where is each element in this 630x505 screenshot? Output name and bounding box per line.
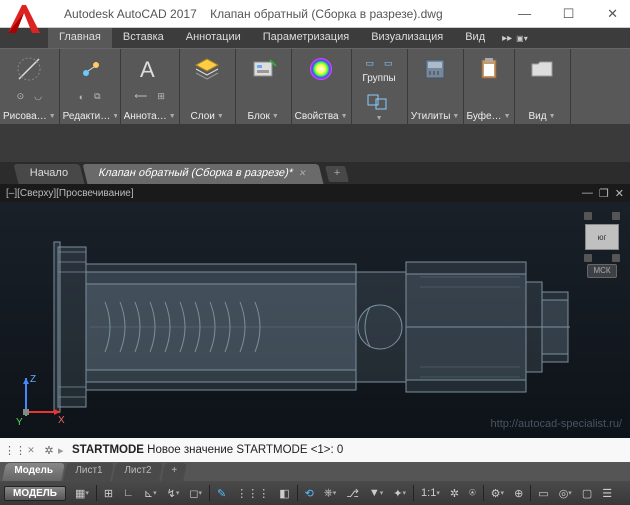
layout-tab-sheet2[interactable]: Лист2 (112, 463, 163, 481)
block-icon (248, 54, 278, 84)
view-cube[interactable]: юг МСК (584, 212, 620, 280)
tab-home[interactable]: Главная (48, 28, 112, 48)
command-line[interactable]: ⋮⋮ ✕ ✲ ▸ STARTMODE Новое значение STARTM… (0, 438, 630, 462)
viewport[interactable]: юг МСК X Y Z http://autocad-specialist.r… (0, 202, 630, 438)
properties-icon (306, 54, 336, 84)
model-drawing (30, 232, 590, 422)
panel-groups[interactable]: ▭▭ Группы ▼ (352, 49, 408, 124)
titlebar: Autodesk AutoCAD 2017 Клапан обратный (С… (0, 0, 630, 28)
text-icon: A (135, 54, 165, 84)
app-logo[interactable] (2, 0, 46, 39)
gizmo-icon[interactable]: ✦ ▾ (388, 482, 411, 504)
cleanscreen-icon[interactable]: ▢ (577, 482, 597, 504)
svg-text:Z: Z (30, 374, 36, 385)
status-bar: МОДЕЛЬ ▦ ▾ ⊞ ∟ ⊾ ▾ ↯ ▾ ◻ ▾ ✎ ⋮⋮⋮ ◧ ⟲ ⎈ ▾… (0, 481, 630, 505)
tab-annotate[interactable]: Аннотации (175, 28, 252, 48)
layout-add-button[interactable]: + (161, 463, 187, 481)
search-icon[interactable] (443, 0, 477, 28)
modelspace-button[interactable]: МОДЕЛЬ (4, 486, 66, 501)
layers-icon (192, 54, 222, 84)
workspace-icon[interactable]: ⚙ ▾ (486, 482, 509, 504)
cycling-icon[interactable]: ⟲ (300, 482, 319, 504)
tab-parametric[interactable]: Параметризация (252, 28, 360, 48)
isoplane-icon[interactable]: ↯ ▾ (162, 482, 185, 504)
close-button[interactable]: ✕ (591, 0, 630, 28)
ribbon-overflow[interactable]: ▸▸ ▣▾ (496, 28, 528, 48)
panel-utilities[interactable]: Утилиты▼ (408, 49, 464, 124)
add-tab-button[interactable]: + (325, 166, 349, 182)
minimize-button[interactable]: — (503, 0, 547, 28)
panel-layers[interactable]: Слои▼ (180, 49, 236, 124)
groups-icon (364, 90, 394, 112)
layout-tab-model[interactable]: Модель (2, 463, 65, 481)
tab-visualize[interactable]: Визуализация (360, 28, 454, 48)
dynucs-icon[interactable]: ⎇ (341, 482, 364, 504)
ucs-icon: X Y Z (8, 370, 68, 430)
cmdline-grip-icon[interactable]: ⋮⋮ (4, 444, 22, 457)
ortho-icon[interactable]: ∟ (118, 482, 139, 504)
doc-tab-start[interactable]: Начало (14, 164, 85, 184)
expand-icon[interactable] (477, 0, 503, 28)
filter-icon[interactable]: ▼ ▾ (364, 482, 388, 504)
utilities-icon (420, 54, 450, 84)
window-controls: — ☐ ✕ (443, 0, 630, 28)
folder-icon (527, 54, 557, 84)
command-text: STARTMODE Новое значение STARTMODE <1>: … (72, 444, 343, 457)
panel-modify[interactable]: ◐⧉ Редакти…▼ (60, 49, 121, 124)
annovis-icon[interactable]: ✲ (445, 482, 464, 504)
panel-view[interactable]: Вид▼ (515, 49, 571, 124)
grid-icon[interactable]: ▦ ▾ (70, 482, 94, 504)
close-icon[interactable]: ✕ (298, 168, 308, 179)
3dosnap-icon[interactable]: ⎈ ▾ (319, 482, 341, 504)
doc-tab-current[interactable]: Клапан обратный (Сборка в разрезе)*✕ (83, 164, 324, 184)
document-tabs: Начало Клапан обратный (Сборка в разрезе… (0, 162, 630, 184)
chevron-right-icon: ▸ (58, 444, 72, 457)
snap-icon[interactable]: ⊞ (99, 482, 118, 504)
svg-text:Y: Y (16, 417, 23, 428)
svg-text:A: A (140, 57, 155, 82)
hardware-icon[interactable]: ▭ (533, 482, 553, 504)
window-title: Autodesk AutoCAD 2017 Клапан обратный (С… (46, 7, 443, 21)
vp-restore-icon[interactable]: ❐ (599, 187, 609, 200)
close-icon[interactable]: ✕ (22, 445, 40, 456)
viewport-state[interactable]: [–][Сверху][Просвечивание] (6, 188, 134, 199)
maximize-button[interactable]: ☐ (547, 0, 591, 28)
layout-tabs: Модель Лист1 Лист2 + (0, 462, 630, 481)
tab-view[interactable]: Вид (454, 28, 496, 48)
customize-icon[interactable]: ☰ (597, 482, 617, 504)
layout-tab-sheet1[interactable]: Лист1 (63, 463, 114, 481)
ribbon: ⊙◡ Рисова…▼ ◐⧉ Редакти…▼ A ⟵⊞ Аннота…▼ С… (0, 48, 630, 124)
ribbon-tabs: Главная Вставка Аннотации Параметризация… (0, 28, 630, 48)
annotation-scale[interactable]: 1:1 ▾ (416, 482, 445, 504)
isolate-icon[interactable]: ◎ ▾ (554, 482, 577, 504)
vp-close-icon[interactable]: ✕ (615, 187, 624, 200)
modify-icon (75, 54, 105, 84)
lineweight-icon[interactable]: ⋮⋮⋮ (231, 482, 274, 504)
panel-block[interactable]: Блок▼ (236, 49, 292, 124)
line-icon (14, 54, 44, 84)
panel-annotation[interactable]: A ⟵⊞ Аннота…▼ (121, 49, 180, 124)
transparency-icon[interactable]: ◧ (274, 482, 294, 504)
annoscale-icon[interactable]: ✎ (212, 482, 231, 504)
polar-icon[interactable]: ⊾ ▾ (139, 482, 162, 504)
viewport-label-bar: [–][Сверху][Просвечивание] — ❐ ✕ (0, 184, 630, 202)
vp-minimize-icon[interactable]: — (582, 187, 593, 200)
clipboard-icon (474, 54, 504, 84)
osnap-icon[interactable]: ◻ ▾ (184, 482, 207, 504)
panel-clipboard[interactable]: Буфе…▼ (464, 49, 515, 124)
svg-text:X: X (58, 415, 65, 426)
gear-icon[interactable]: ✲ (40, 444, 58, 457)
panel-properties[interactable]: Свойства▼ (292, 49, 352, 124)
wcs-label[interactable]: МСК (587, 264, 617, 278)
panel-draw[interactable]: ⊙◡ Рисова…▼ (0, 49, 60, 124)
watermark: http://autocad-specialist.ru/ (491, 418, 622, 430)
monitor-icon[interactable]: ⊕ (509, 482, 528, 504)
autoann-icon[interactable]: ⍟ (464, 482, 481, 504)
tab-insert[interactable]: Вставка (112, 28, 175, 48)
